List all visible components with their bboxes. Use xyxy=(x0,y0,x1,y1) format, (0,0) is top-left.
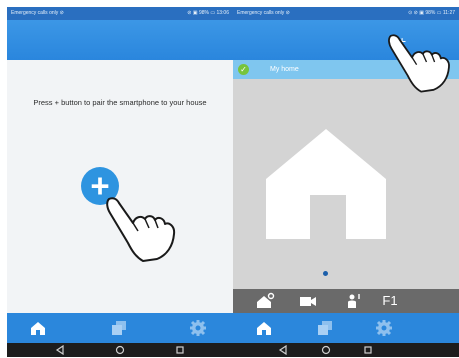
status-bar: Emergency calls only ⊘ ⊙ ⊘ ▣ 98% ▭ 11:27 xyxy=(233,7,459,20)
device-control-bar: F1 xyxy=(233,289,459,313)
intercom-icon[interactable] xyxy=(343,292,363,310)
back-icon[interactable] xyxy=(55,345,65,355)
rooms-icon[interactable] xyxy=(110,319,128,337)
home-circle-icon[interactable] xyxy=(115,345,125,355)
status-indicators: ⊙ ⊘ ▣ 98% ▭ 11:27 xyxy=(408,10,455,16)
home-circle-icon[interactable] xyxy=(321,345,331,355)
house-gear-icon[interactable] xyxy=(255,292,275,310)
carrier-text: Emergency calls only ⊘ xyxy=(237,10,290,16)
system-nav-bar xyxy=(7,343,233,357)
pointing-hand-icon xyxy=(106,197,176,262)
bottom-tab-bar xyxy=(7,313,233,343)
back-icon[interactable] xyxy=(278,345,288,355)
phone-screen-pairing: Emergency calls only ⊘ ⊘ ▣ 98% ▭ 13:06 P… xyxy=(7,7,233,357)
camera-icon[interactable] xyxy=(298,292,318,310)
bottom-tab-bar xyxy=(233,313,459,343)
pairing-instruction: Press + button to pair the smartphone to… xyxy=(33,98,207,107)
recents-icon[interactable] xyxy=(363,345,373,355)
home-name: My home xyxy=(270,66,299,73)
page-indicator-dot xyxy=(323,271,328,276)
check-icon: ✓ xyxy=(238,64,249,75)
gear-icon[interactable] xyxy=(375,319,393,337)
pointing-hand-icon xyxy=(388,34,450,93)
app-header xyxy=(7,20,233,60)
carrier-text: Emergency calls only ⊘ xyxy=(11,10,64,16)
status-indicators: ⊘ ▣ 98% ▭ 13:06 xyxy=(187,10,229,16)
gear-icon[interactable] xyxy=(189,319,207,337)
function-f1-button[interactable]: F1 xyxy=(377,292,403,310)
home-icon[interactable] xyxy=(29,319,47,337)
status-bar: Emergency calls only ⊘ ⊘ ▣ 98% ▭ 13:06 xyxy=(7,7,233,20)
rooms-icon[interactable] xyxy=(316,319,334,337)
house-illustration xyxy=(266,129,386,239)
home-icon[interactable] xyxy=(255,319,273,337)
recents-icon[interactable] xyxy=(175,345,185,355)
system-nav-bar xyxy=(233,343,459,357)
phone-screen-home: Emergency calls only ⊘ ⊙ ⊘ ▣ 98% ▭ 11:27… xyxy=(233,7,459,357)
